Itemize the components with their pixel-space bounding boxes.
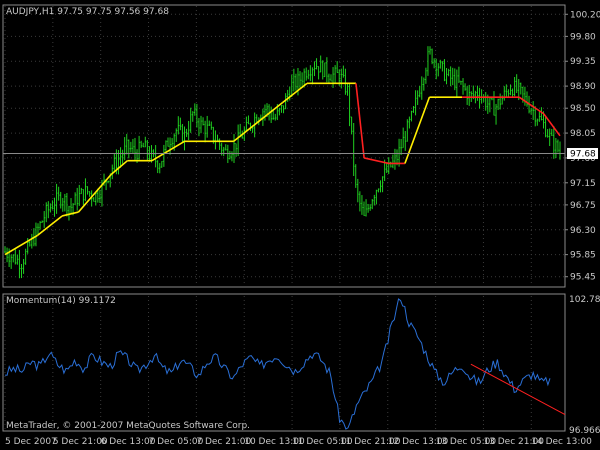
time-axis: 5 Dec 20075 Dec 21:006 Dec 13:007 Dec 05… (5, 437, 592, 447)
price-tick-label: 98.05 (570, 129, 596, 139)
price-tick-label: 95.45 (570, 273, 596, 283)
time-tick-label: 5 Dec 21:00 (53, 437, 108, 447)
momentum-min-label: 96.9667 (569, 426, 600, 436)
price-tick-label: 96.75 (570, 201, 596, 211)
momentum-header: Momentum(14) 99.1172 (6, 296, 116, 306)
copyright-footer: MetaTrader, © 2001-2007 MetaQuotes Softw… (6, 421, 250, 431)
price-tick-label: 95.85 (570, 251, 596, 261)
price-tick-label: 97.15 (570, 179, 596, 189)
price-tick-label: 96.30 (570, 226, 596, 236)
price-tick-label: 99.80 (570, 32, 596, 42)
symbol-header: AUDJPY,H1 97.75 97.75 97.56 97.68 (6, 7, 169, 17)
time-tick-label: 5 Dec 2007 (5, 437, 57, 447)
price-tick-label: 98.90 (570, 82, 596, 92)
current-price-label: 97.68 (570, 150, 596, 160)
chart-window: AUDJPY,H1 97.75 97.75 97.56 97.68 100.20… (0, 0, 600, 450)
time-tick-label: 6 Dec 13:00 (101, 437, 156, 447)
momentum-max-label: 102.7843 (569, 295, 600, 305)
price-tick-label: 98.50 (570, 104, 596, 114)
current-price-tag: 97.68 (567, 148, 598, 160)
price-tick-label: 99.35 (570, 57, 596, 67)
time-tick-label: 14 Dec 13:00 (531, 437, 592, 447)
price-tick-label: 100.20 (570, 10, 600, 20)
time-tick-label: 7 Dec 05:00 (149, 437, 204, 447)
time-tick-label: 7 Dec 21:00 (196, 437, 251, 447)
